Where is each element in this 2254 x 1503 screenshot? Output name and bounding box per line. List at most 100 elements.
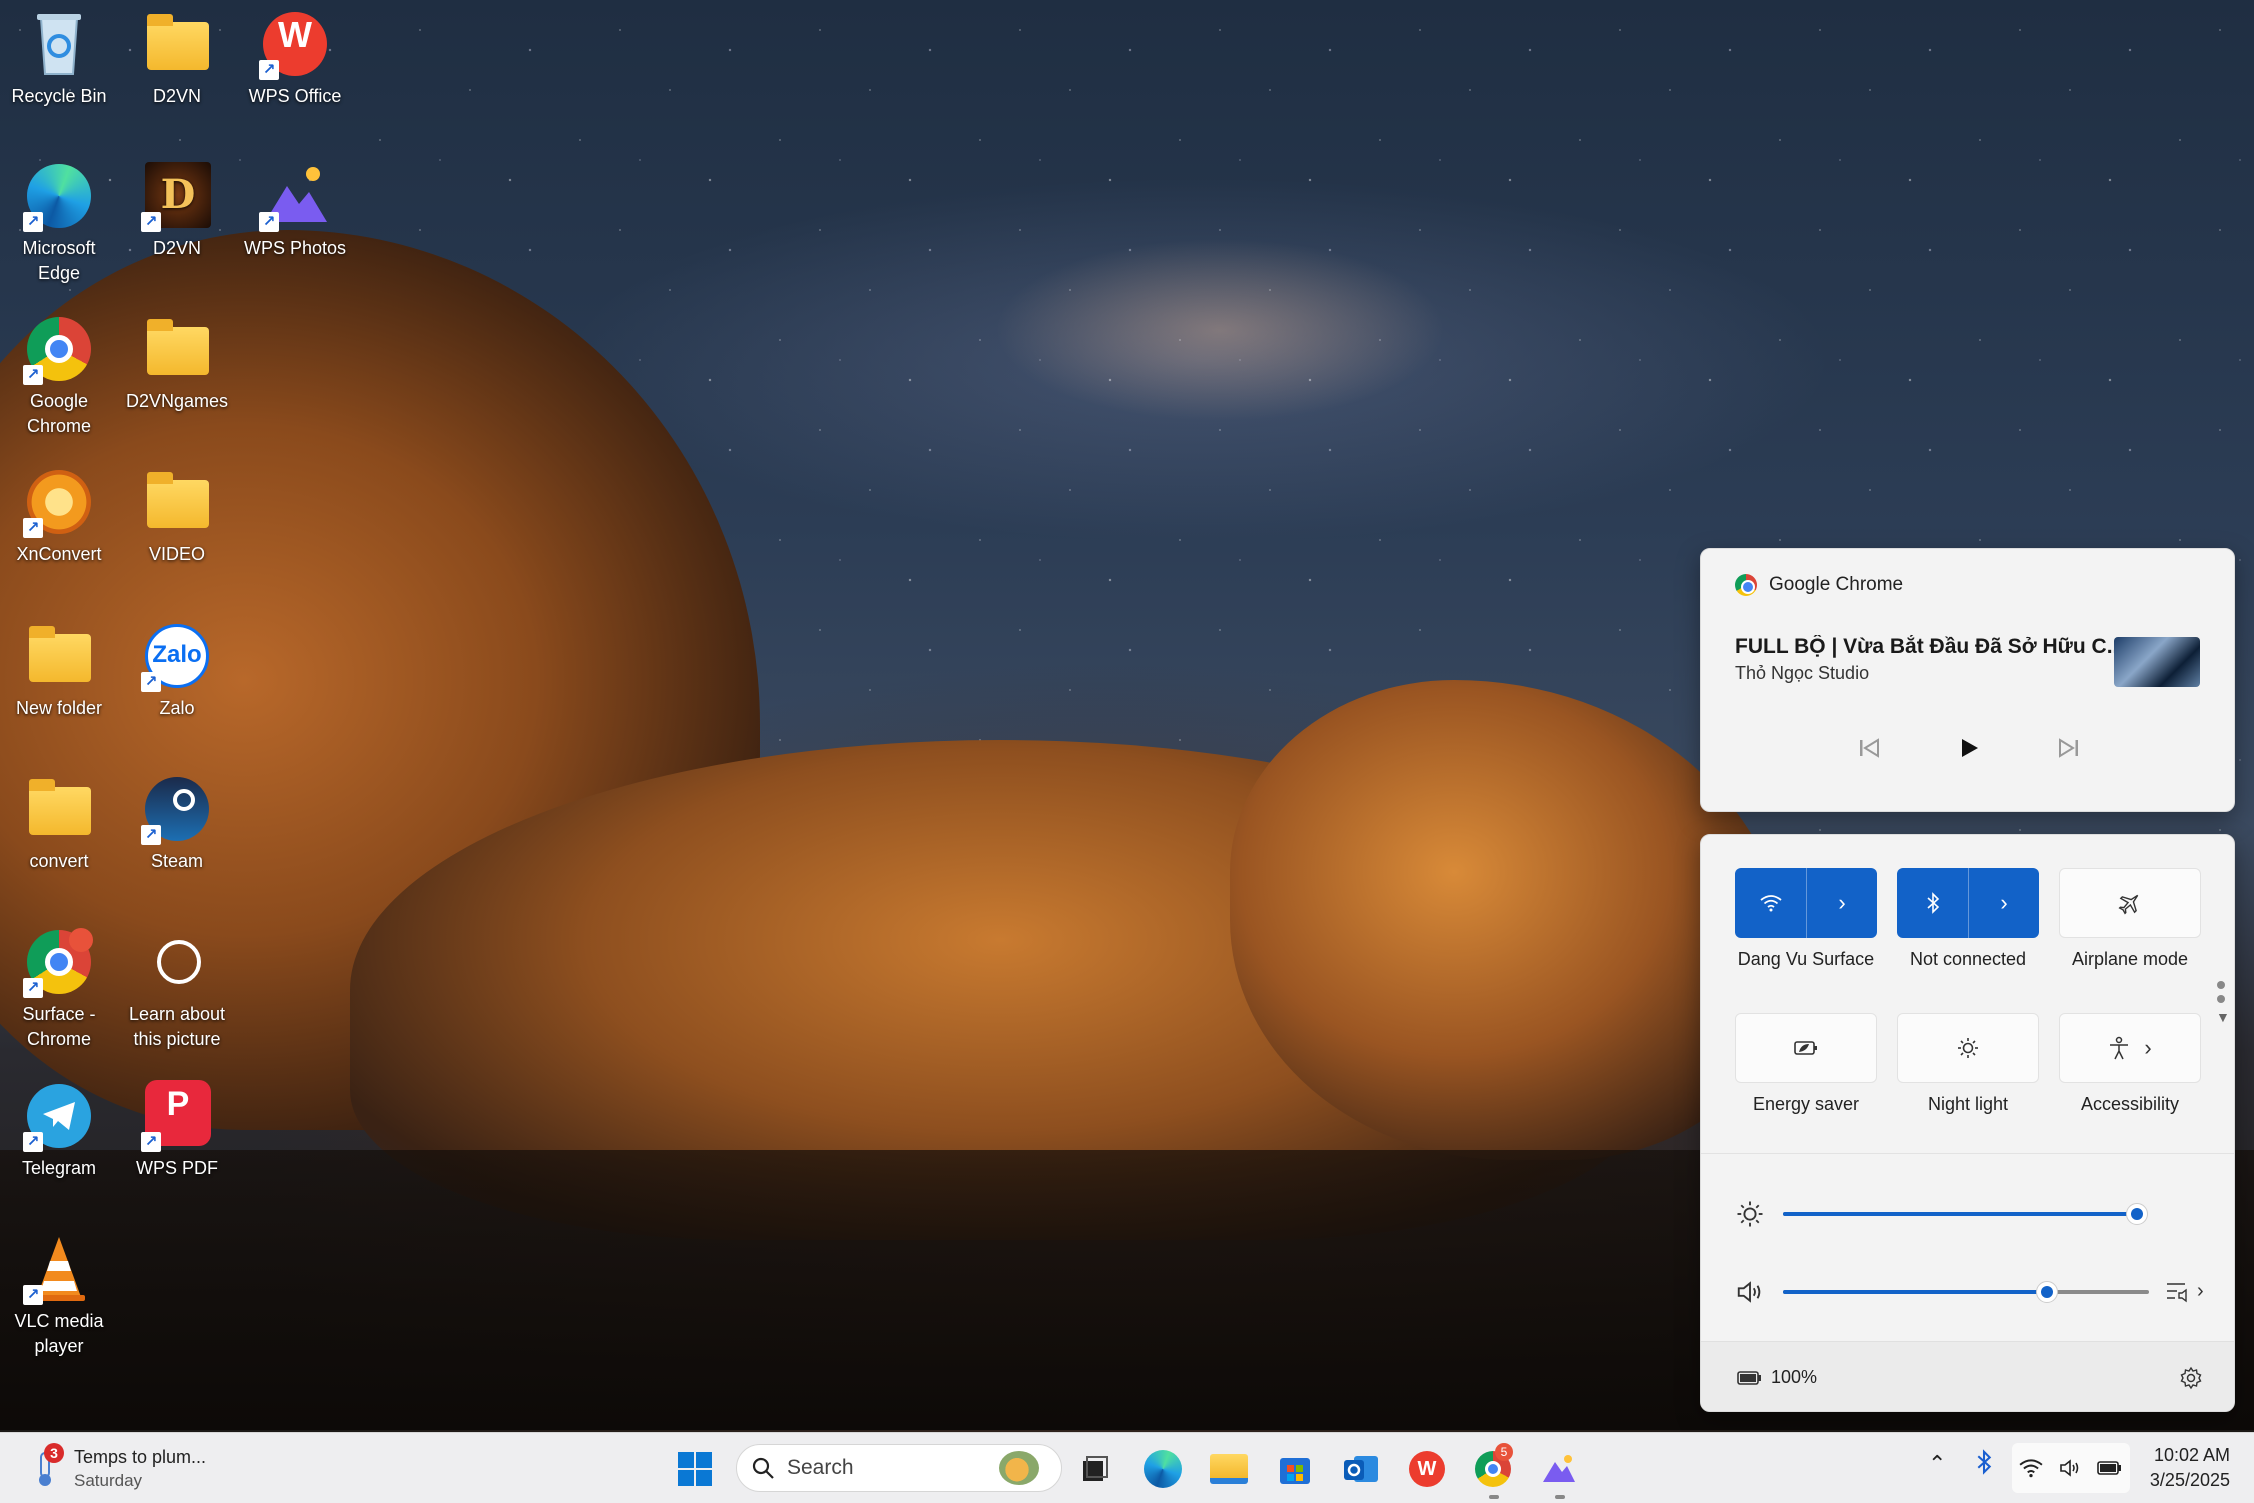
page-indicator[interactable]: ▼ bbox=[2216, 981, 2230, 1025]
file-explorer-icon bbox=[1210, 1454, 1248, 1484]
media-title: FULL BỘ | Vừa Bắt Đầu Đã Sở Hữu C... bbox=[1735, 635, 2125, 658]
wps-photos-icon: ↗ bbox=[259, 160, 331, 232]
start-button[interactable] bbox=[673, 1447, 717, 1491]
accessibility-icon bbox=[2110, 1036, 2129, 1060]
folder-icon bbox=[141, 313, 213, 385]
shortcut-arrow-icon: ↗ bbox=[259, 60, 279, 80]
shortcut-arrow-icon: ↗ bbox=[23, 518, 43, 538]
desktop-icon-label: Google Chrome bbox=[26, 391, 92, 436]
next-track-button[interactable] bbox=[2052, 731, 2086, 765]
taskbar-file-explorer[interactable] bbox=[1207, 1447, 1251, 1491]
play-button[interactable] bbox=[1952, 731, 1986, 765]
bluetooth-icon bbox=[1977, 1449, 1992, 1475]
taskbar-microsoft-store[interactable] bbox=[1273, 1447, 1317, 1491]
d2vn-game-icon: D ↗ bbox=[141, 160, 213, 232]
wps-pdf-icon: P ↗ bbox=[141, 1080, 213, 1152]
task-view-button[interactable] bbox=[1073, 1447, 1117, 1491]
volume-slider[interactable] bbox=[1783, 1281, 2149, 1303]
desktop-icon-label: WPS Photos bbox=[243, 238, 347, 258]
shortcut-arrow-icon: ↗ bbox=[23, 1285, 43, 1305]
battery-status[interactable]: 100% bbox=[1737, 1367, 1817, 1388]
taskbar-wps-photos[interactable] bbox=[1537, 1447, 1581, 1491]
microsoft-store-icon bbox=[1280, 1458, 1310, 1484]
clock-time: 10:02 AM bbox=[2153, 1445, 2230, 1465]
desktop-icon-wps-pdf[interactable]: P ↗ WPS PDF bbox=[118, 1080, 236, 1181]
zalo-icon: Zalo ↗ bbox=[141, 620, 213, 692]
accessibility-tile[interactable]: › bbox=[2059, 1013, 2201, 1083]
desktop-icon-label: Steam bbox=[150, 851, 204, 871]
folder-icon bbox=[23, 620, 95, 692]
volume-slider-thumb[interactable] bbox=[2035, 1281, 2058, 1303]
desktop-icon-video[interactable]: VIDEO bbox=[118, 466, 236, 567]
desktop-icon-learn-picture[interactable]: Learn about this picture bbox=[118, 926, 236, 1052]
wifi-expand-button[interactable]: › bbox=[1806, 868, 1877, 938]
wifi-icon bbox=[1759, 895, 1782, 912]
search-icon bbox=[752, 1457, 774, 1479]
volume-icon[interactable] bbox=[1735, 1277, 1765, 1307]
weather-headline: Temps to plum... bbox=[74, 1447, 207, 1467]
chrome-icon bbox=[1735, 574, 1757, 596]
vlc-icon: ↗ bbox=[23, 1233, 95, 1305]
taskbar-wps-office[interactable]: W bbox=[1405, 1447, 1449, 1491]
taskbar-outlook[interactable] bbox=[1339, 1447, 1383, 1491]
weather-widget[interactable]: 3 Temps to plum... Saturday bbox=[30, 1443, 207, 1493]
taskbar: 3 Temps to plum... Saturday W 5 bbox=[0, 1432, 2254, 1503]
wifi-toggle[interactable] bbox=[1735, 868, 1806, 938]
desktop-icon-vlc[interactable]: ↗ VLC media player bbox=[0, 1233, 118, 1359]
search-input[interactable] bbox=[787, 1456, 987, 1480]
chevron-right-icon: › bbox=[2197, 1279, 2204, 1302]
wifi-tile-label: Dang Vu Surface bbox=[1737, 949, 1875, 969]
wifi-tile[interactable]: › bbox=[1735, 868, 1877, 938]
desktop-icon-xnconvert[interactable]: ↗ XnConvert bbox=[0, 466, 118, 567]
bluetooth-tray[interactable] bbox=[1976, 1449, 1992, 1481]
night-light-icon bbox=[1958, 1038, 1978, 1058]
show-hidden-icons-button[interactable]: ⌃ bbox=[1928, 1451, 1946, 1477]
desktop-icon-recycle-bin[interactable]: Recycle Bin bbox=[0, 8, 118, 109]
bluetooth-expand-button[interactable]: › bbox=[1968, 868, 2039, 938]
thermometer-icon: 3 bbox=[30, 1443, 64, 1489]
brightness-slider-thumb[interactable] bbox=[2126, 1203, 2148, 1225]
brightness-icon bbox=[1737, 1201, 1763, 1227]
desktop-icon-surface-chrome[interactable]: ↗ Surface - Chrome bbox=[0, 926, 118, 1052]
desktop-icon-new-folder[interactable]: New folder bbox=[0, 620, 118, 721]
running-indicator bbox=[1555, 1495, 1565, 1499]
system-tray-network-volume-battery[interactable] bbox=[2012, 1443, 2130, 1493]
taskbar-chrome[interactable]: 5 bbox=[1471, 1443, 1515, 1491]
airplane-mode-tile[interactable] bbox=[2059, 868, 2201, 938]
desktop-icon-steam[interactable]: ↗ Steam bbox=[118, 773, 236, 874]
taskbar-search[interactable] bbox=[736, 1444, 1062, 1492]
desktop-icon-telegram[interactable]: ↗ Telegram bbox=[0, 1080, 118, 1181]
brightness-slider[interactable] bbox=[1783, 1203, 2148, 1225]
audio-output-button[interactable]: › bbox=[2165, 1279, 2204, 1303]
battery-percent: 100% bbox=[1771, 1367, 1818, 1387]
desktop-icon-convert[interactable]: convert bbox=[0, 773, 118, 874]
shortcut-arrow-icon: ↗ bbox=[141, 825, 161, 845]
desktop-icon-zalo[interactable]: Zalo ↗ Zalo bbox=[118, 620, 236, 721]
desktop-icon-wps-photos[interactable]: ↗ WPS Photos bbox=[236, 160, 354, 261]
desktop-icon-label: New folder bbox=[15, 698, 103, 718]
night-light-tile[interactable] bbox=[1897, 1013, 2039, 1083]
bluetooth-tile[interactable]: › bbox=[1897, 868, 2039, 938]
previous-track-button[interactable] bbox=[1852, 731, 1886, 765]
energy-saver-tile[interactable] bbox=[1735, 1013, 1877, 1083]
settings-gear-icon[interactable] bbox=[2179, 1366, 2203, 1390]
chrome-icon: 5 bbox=[1475, 1443, 1513, 1487]
desktop-icon-d2vn-folder[interactable]: D2VN bbox=[118, 8, 236, 109]
clock[interactable]: 10:02 AM 3/25/2025 bbox=[2134, 1443, 2230, 1493]
taskbar-edge[interactable] bbox=[1141, 1447, 1185, 1491]
telegram-icon: ↗ bbox=[23, 1080, 95, 1152]
desktop-icon-label: Recycle Bin bbox=[11, 86, 107, 106]
bluetooth-toggle[interactable] bbox=[1897, 868, 1968, 938]
steam-icon: ↗ bbox=[141, 773, 213, 845]
notification-badge: 5 bbox=[1495, 1443, 1513, 1461]
desktop-icon-d2vngames[interactable]: D2VNgames bbox=[118, 313, 236, 414]
desktop-icon-wps-office[interactable]: W ↗ WPS Office bbox=[236, 8, 354, 109]
chevron-right-icon: › bbox=[2000, 890, 2008, 915]
desktop-icon-chrome[interactable]: ↗ Google Chrome bbox=[0, 313, 118, 439]
shortcut-arrow-icon: ↗ bbox=[141, 672, 161, 692]
desktop-icon-d2vn-game[interactable]: D ↗ D2VN bbox=[118, 160, 236, 261]
media-control-flyout: Google Chrome FULL BỘ | Vừa Bắt Đầu Đã S… bbox=[1700, 548, 2235, 812]
chevron-right-icon: › bbox=[2144, 1035, 2152, 1060]
desktop-icon-edge[interactable]: ↗ Microsoft Edge bbox=[0, 160, 118, 286]
desktop-icon-label: convert bbox=[29, 851, 89, 871]
